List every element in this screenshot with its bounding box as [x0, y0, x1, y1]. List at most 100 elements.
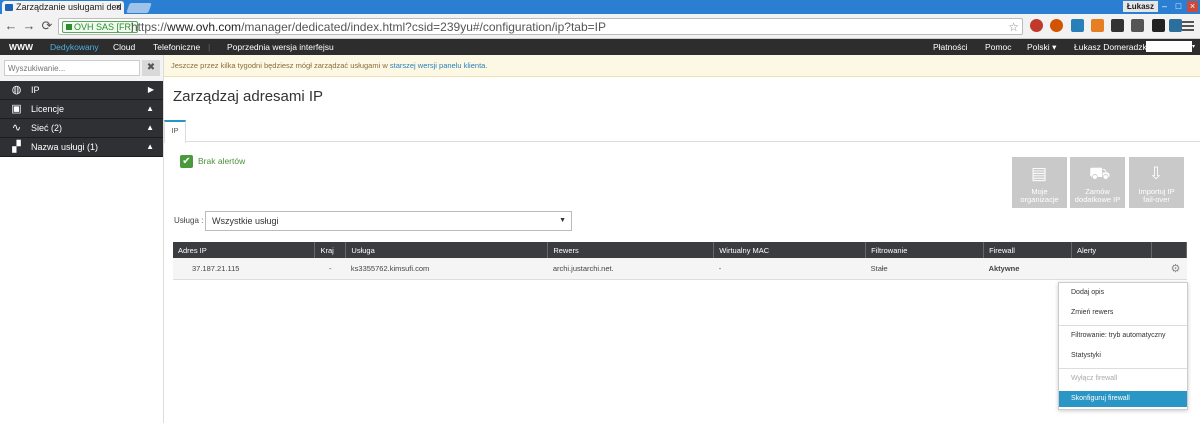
network-wave-icon: ∿ [11, 122, 22, 134]
table-header-row: Adres IP Kraj Usługa Rewers Wirtualny MA… [173, 242, 1188, 258]
cart-icon: ⛟ [1089, 164, 1111, 183]
adblock-icon[interactable] [1050, 19, 1063, 32]
tile-label: organizacje [1020, 195, 1059, 204]
clipboard-icon: ▤ [1031, 164, 1048, 183]
col-alerts[interactable]: Alerty [1071, 242, 1152, 258]
menu-filtering-auto[interactable]: Filtrowanie: tryb automatyczny [1059, 328, 1187, 344]
nav-user[interactable]: Łukasz Domeradzki [1074, 39, 1149, 55]
url-text[interactable]: https://www.ovh.com/manager/dedicated/in… [131, 19, 606, 35]
sidebar-item-ip[interactable]: ◍ IP ▶ [0, 81, 163, 100]
globe-icon: ◍ [11, 84, 22, 96]
user-dropdown[interactable] [1146, 41, 1192, 52]
browser-titlebar: Zarządzanie usługami ded × Łukasz – □ × [0, 0, 1200, 14]
nav-telephony[interactable]: Telefoniczne [153, 39, 200, 55]
caret-down-icon[interactable]: ▾ [1192, 39, 1195, 55]
tab-title: Zarządzanie usługami ded [16, 2, 122, 12]
rss-icon[interactable] [1091, 19, 1104, 32]
tab-ip[interactable]: IP [164, 120, 186, 143]
cell-reverse: archi.justarchi.net. [547, 258, 714, 280]
nav-payments[interactable]: Płatności [933, 39, 968, 55]
menu-add-description[interactable]: Dodaj opis [1059, 285, 1187, 301]
lock-icon [66, 24, 72, 30]
ev-certificate-badge[interactable]: OVH SAS [FR] [62, 21, 138, 33]
tab-close-button[interactable]: × [116, 1, 121, 14]
minimize-icon[interactable]: – [1159, 1, 1170, 12]
menu-divider [1059, 368, 1187, 369]
address-bar[interactable]: OVH SAS [FR] https://www.ovh.com/manager… [58, 18, 1023, 35]
license-icon: ▣ [11, 103, 22, 115]
order-ip-button[interactable]: ⛟ Zamów dodatkowe IP [1070, 157, 1125, 208]
nav-www[interactable]: WWW [9, 39, 33, 55]
menu-disable-firewall: Wyłącz firewall [1071, 375, 1118, 382]
chevron-up-icon: ▲ [146, 123, 154, 132]
gear-icon[interactable]: ⚙ [1171, 263, 1181, 275]
cell-firewall: Aktywne [983, 258, 1072, 280]
col-ip[interactable]: Adres IP [173, 242, 316, 258]
close-icon[interactable]: × [1187, 1, 1198, 12]
extension-icon[interactable] [1030, 19, 1043, 32]
sitemap-icon: ▞ [12, 141, 21, 153]
sidebar: ◍ IP ▶ ▣ Licencje ▲ ∿ Sieć (2) ▲ ▞ Nazwa… [0, 81, 164, 423]
alerts-status[interactable]: ✔ Brak alertów [180, 155, 246, 169]
col-firewall[interactable]: Firewall [983, 242, 1073, 258]
nav-dedicated[interactable]: Dedykowany [50, 39, 99, 55]
cell-country: - [314, 258, 346, 280]
caret-down-icon: ▾ [1052, 42, 1057, 52]
extension-icon[interactable] [1152, 19, 1165, 32]
url-path: /manager/dedicated/index.html?csid=239yu… [241, 20, 606, 34]
caret-down-icon: ▼ [559, 217, 566, 224]
nav-prev-version[interactable]: Poprzednia wersja interfejsu [227, 39, 334, 55]
top-navigation: WWW Dedykowany Cloud Telefoniczne | Popr… [0, 39, 1200, 55]
tab-bar: IP [164, 118, 1200, 143]
alerts-label: Brak alertów [198, 156, 246, 166]
forward-icon[interactable]: → [22, 19, 36, 33]
ev-label: OVH SAS [FR] [74, 22, 134, 32]
search-input[interactable] [4, 60, 140, 76]
my-organisations-button[interactable]: ▤ Moje organizacje [1012, 157, 1067, 208]
clear-search-button[interactable]: ✖ [142, 60, 160, 76]
cell-alerts [1071, 258, 1152, 280]
menu-configure-firewall[interactable]: Skonfiguruj firewall [1059, 391, 1187, 407]
new-tab-button[interactable] [126, 3, 152, 13]
menu-change-reverse[interactable]: Zmień rewers [1059, 305, 1187, 321]
chevron-up-icon: ▲ [146, 142, 154, 151]
profile-badge[interactable]: Łukasz [1122, 1, 1158, 12]
sidebar-item-service-name[interactable]: ▞ Nazwa usługi (1) ▲ [0, 138, 163, 157]
nav-divider: | [208, 42, 211, 52]
sidebar-item-licenses[interactable]: ▣ Licencje ▲ [0, 100, 163, 119]
extension-icon[interactable] [1169, 19, 1182, 32]
extension-icon[interactable] [1071, 19, 1084, 32]
tile-label: dodatkowe IP [1074, 195, 1121, 204]
page-title: Zarządzaj adresami IP [173, 88, 324, 105]
reload-icon[interactable]: ⟳ [40, 19, 54, 33]
browser-tab[interactable]: Zarządzanie usługami ded × [2, 1, 124, 14]
ovh-favicon-icon [5, 4, 13, 11]
nav-language[interactable]: Polski ▾ [1027, 39, 1056, 55]
tile-label: fail-over [1143, 195, 1170, 204]
import-ip-button[interactable]: ⇩ Importuj IP fail-over [1129, 157, 1184, 208]
col-filtering[interactable]: Filtrowanie [865, 242, 985, 258]
col-actions [1151, 242, 1188, 258]
service-label: Usługa : [174, 216, 204, 225]
col-country[interactable]: Kraj [314, 242, 347, 258]
col-mac[interactable]: Wirtualny MAC [713, 242, 867, 258]
menu-statistics[interactable]: Statystyki [1059, 348, 1187, 364]
col-reverse[interactable]: Rewers [547, 242, 715, 258]
nav-cloud[interactable]: Cloud [113, 39, 135, 55]
old-panel-link[interactable]: starszej wersji panelu klienta. [390, 61, 488, 70]
col-service[interactable]: Usługa [345, 242, 549, 258]
sidebar-item-network[interactable]: ∿ Sieć (2) ▲ [0, 119, 163, 138]
cell-filtering: Stałe [865, 258, 984, 280]
nav-help[interactable]: Pomoc [985, 39, 1011, 55]
table-row: 37.187.21.115 - ks3355762.kimsufi.com ar… [173, 258, 1187, 280]
notice-text: Jeszcze przez kilka tygodni będziesz móg… [171, 61, 388, 70]
maximize-icon[interactable]: □ [1173, 1, 1184, 12]
bookmark-star-icon[interactable]: ☆ [1008, 19, 1019, 35]
extension-icon[interactable] [1131, 19, 1144, 32]
browser-menu-icon[interactable] [1182, 19, 1194, 31]
sidebar-search: ✖ [0, 55, 164, 81]
extension-icon[interactable] [1111, 19, 1124, 32]
import-icon: ⇩ [1148, 164, 1164, 183]
back-icon[interactable]: ← [4, 19, 18, 33]
service-select[interactable]: Wszystkie usługi ▼ [205, 211, 572, 231]
